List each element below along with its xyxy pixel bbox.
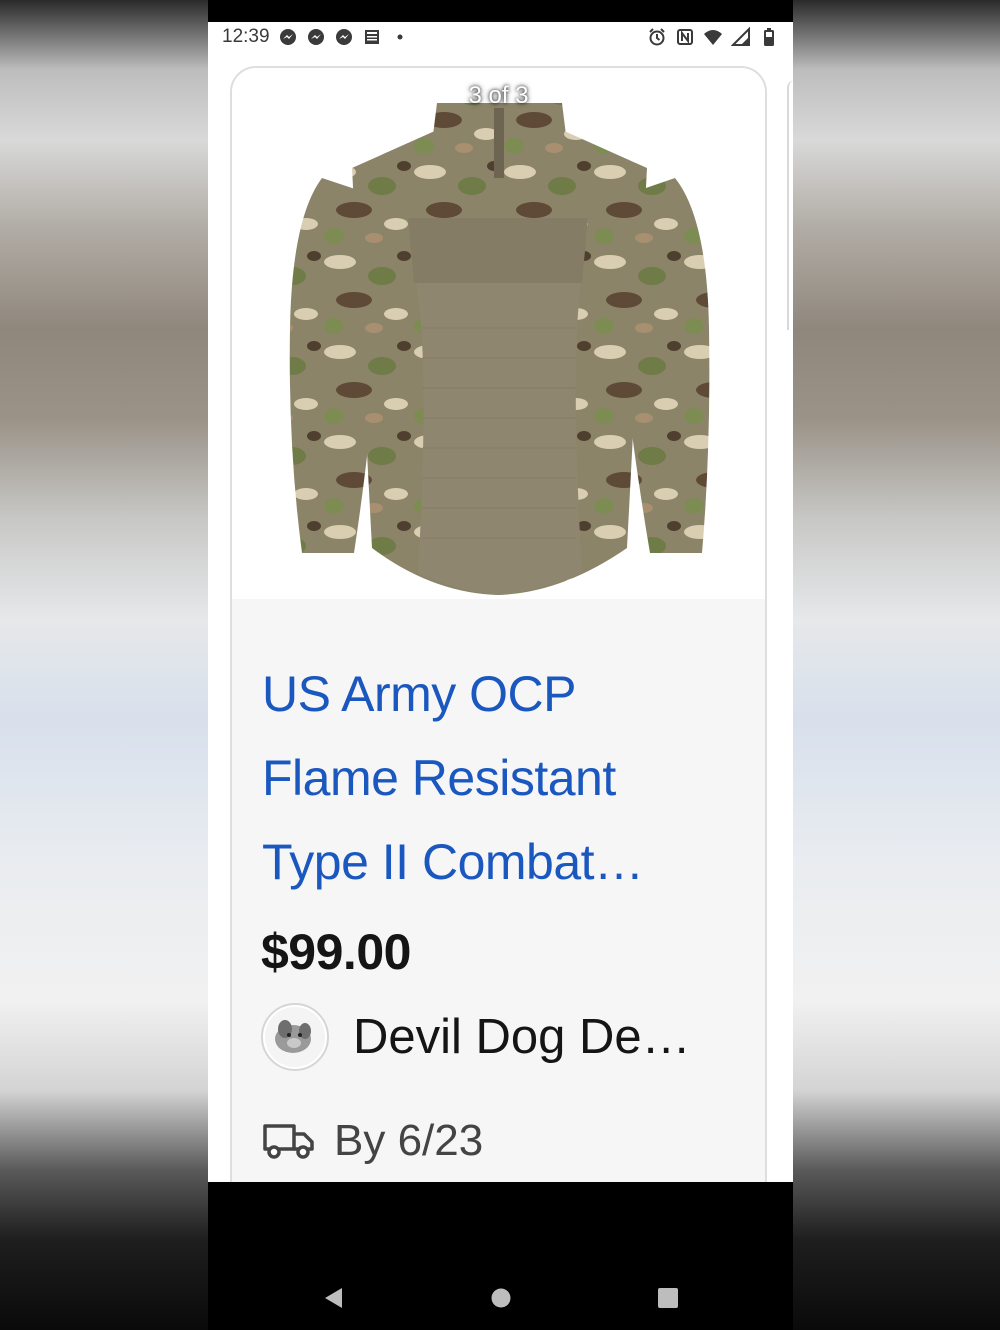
home-icon[interactable]: [490, 1286, 512, 1310]
messenger-icon: [279, 29, 296, 45]
battery-icon: [764, 28, 774, 46]
nav-bar: [208, 1182, 793, 1330]
seller-row[interactable]: Devil Dog De…: [261, 1003, 691, 1071]
image-counter: 3 of 3: [468, 82, 529, 109]
nfc-icon: [677, 29, 693, 45]
product-image[interactable]: 3 of 3: [232, 68, 765, 599]
wifi-icon: [704, 30, 722, 45]
news-icon: [364, 30, 379, 44]
top-bezel: [208, 0, 793, 22]
truck-icon: [263, 1124, 314, 1159]
listing-title[interactable]: US Army OCP Flame Resistant Type II Comb…: [262, 652, 732, 904]
delivery-date: By 6/23: [334, 1116, 484, 1165]
title-line: Flame Resistant: [262, 750, 616, 806]
signal-icon: [731, 27, 750, 46]
status-bar: 12:39: [208, 22, 793, 52]
listing-card[interactable]: 3 of 3 US Army OCP Flame Resistant Type …: [230, 66, 767, 1270]
recents-icon[interactable]: [657, 1286, 679, 1310]
phone-screen: 12:39 3 of 3 US Army OCP Flame Resistant…: [208, 0, 793, 1330]
seller-name: Devil Dog De…: [353, 1010, 691, 1064]
camo-shirt-image: [289, 103, 710, 595]
listing-price: $99.00: [261, 924, 411, 980]
status-time: 12:39: [222, 26, 270, 47]
seller-avatar: [261, 1003, 329, 1071]
alarm-icon: [649, 28, 665, 46]
back-icon[interactable]: [322, 1286, 344, 1310]
title-line: Type II Combat…: [262, 834, 644, 890]
title-line: US Army OCP: [262, 666, 576, 722]
messenger-icon: [307, 29, 324, 45]
messenger-icon: [335, 29, 352, 45]
dot-icon: [397, 34, 403, 40]
delivery-row: By 6/23: [262, 1116, 483, 1166]
dog-icon: [265, 1007, 325, 1067]
next-card-peek[interactable]: [787, 80, 793, 330]
